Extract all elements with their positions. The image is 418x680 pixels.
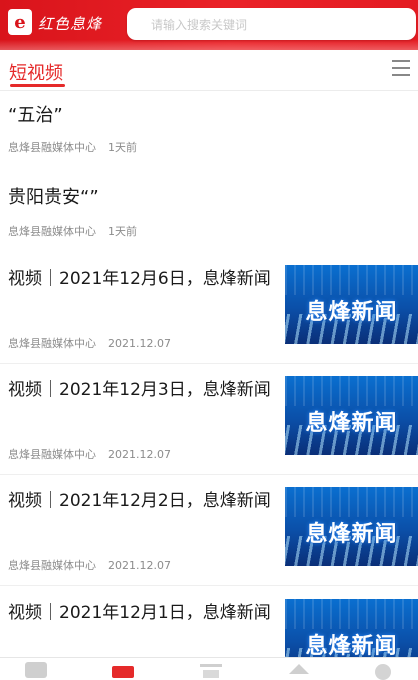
video-card[interactable]: 视频｜2021年12月1日，息烽新闻 息烽新闻 [0,587,418,657]
active-tab-indicator [10,84,65,87]
thumbnail-caption: 息烽新闻 [305,634,398,657]
list-item[interactable]: 贵阳贵安“” 息烽县融媒体中心 1天前 [0,173,418,254]
video-icon[interactable] [112,662,134,678]
thumbnail-caption: 息烽新闻 [305,300,398,325]
video-title: 视频｜2021年12月3日，息烽新闻 [8,380,271,400]
item-title: “五治” [8,105,63,126]
menu-icon[interactable] [392,58,410,78]
item-meta: 息烽县融媒体中心 2021.12.07 [8,557,171,573]
video-card[interactable]: 视频｜2021年12月2日，息烽新闻 息烽县融媒体中心 2021.12.07 息烽… [0,475,418,586]
item-meta: 息烽县融媒体中心 2021.12.07 [8,446,171,462]
item-source: 息烽县融媒体中心 [8,225,96,238]
item-title: 贵阳贵安“” [8,187,99,208]
news-list: “五治” 息烽县融媒体中心 1天前 贵阳贵安“” 息烽县融媒体中心 1天前 视频｜2… [0,91,418,657]
video-card[interactable]: 视频｜2021年12月3日，息烽新闻 息烽县融媒体中心 2021.12.07 息烽… [0,364,418,475]
item-source: 息烽县融媒体中心 [8,448,96,461]
video-title: 视频｜2021年12月2日，息烽新闻 [8,491,271,511]
logo-glyph: e [14,11,26,33]
item-source: 息烽县融媒体中心 [8,141,96,154]
thumbnail-caption: 息烽新闻 [305,522,398,547]
search-input[interactable]: 请输入搜索关键词 [127,8,416,40]
search-placeholder: 请输入搜索关键词 [151,18,248,32]
video-title: 视频｜2021年12月1日，息烽新闻 [8,603,271,623]
bottom-navigation [0,657,418,680]
item-meta: 息烽县融媒体中心 1天前 [8,139,137,155]
item-source: 息烽县融媒体中心 [8,559,96,572]
thumbnail-caption: 息烽新闻 [305,411,398,436]
home-icon[interactable] [25,662,47,678]
top-header: e 红色息烽 请输入搜索关键词 [0,0,418,50]
list-item[interactable]: “五治” 息烽县融媒体中心 1天前 [0,91,418,174]
item-meta: 息烽县融媒体中心 2021.12.07 [8,335,171,351]
tab-short-video[interactable]: 短视频 [9,59,63,85]
app-logo[interactable]: e [8,9,32,35]
item-date: 2021.12.07 [108,448,171,461]
item-date: 2021.12.07 [108,337,171,350]
news-icon[interactable] [200,662,222,678]
video-thumbnail[interactable]: 息烽新闻 [285,376,418,455]
video-title: 视频｜2021年12月6日，息烽新闻 [8,269,271,289]
video-thumbnail[interactable]: 息烽新闻 [285,265,418,344]
profile-icon[interactable] [372,662,394,680]
video-card[interactable]: 视频｜2021年12月6日，息烽新闻 息烽县融媒体中心 2021.12.07 息烽… [0,253,418,364]
item-source: 息烽县融媒体中心 [8,337,96,350]
video-thumbnail[interactable]: 息烽新闻 [285,599,418,657]
brand-title: 红色息烽 [38,15,103,33]
item-date: 2021.12.07 [108,559,171,572]
item-time: 1天前 [108,225,137,238]
item-meta: 息烽县融媒体中心 1天前 [8,223,137,239]
service-icon[interactable] [288,662,310,678]
item-time: 1天前 [108,141,137,154]
video-thumbnail[interactable]: 息烽新闻 [285,487,418,566]
